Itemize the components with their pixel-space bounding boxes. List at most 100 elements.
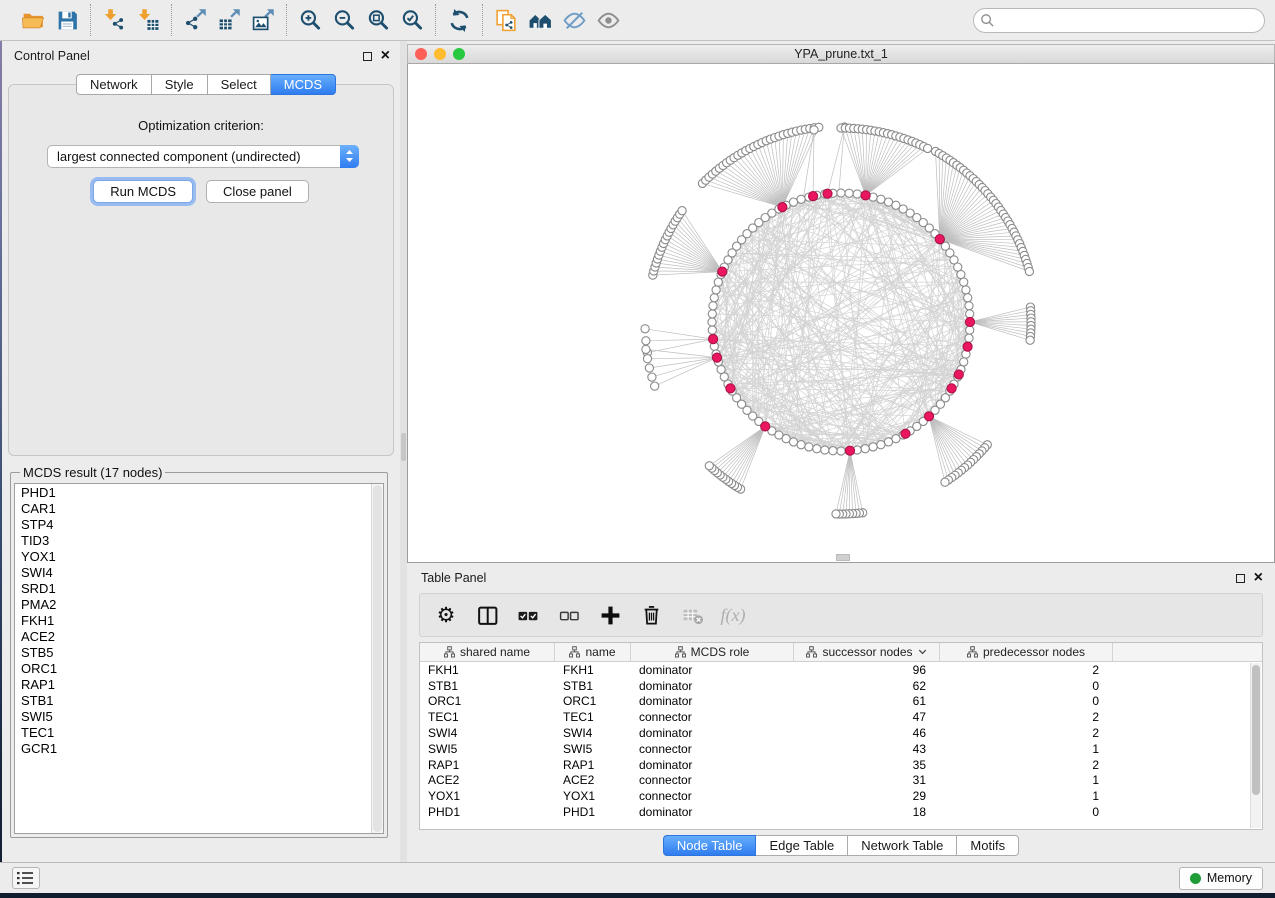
table-row[interactable]: ORC1ORC1dominator610 bbox=[420, 694, 1262, 710]
tab-network-table[interactable]: Network Table bbox=[848, 835, 957, 856]
close-panel-icon[interactable]: × bbox=[381, 51, 390, 61]
result-node-item[interactable]: YOX1 bbox=[15, 549, 371, 565]
table-row[interactable]: FKH1FKH1dominator962 bbox=[420, 662, 1262, 678]
table-scrollbar-thumb[interactable] bbox=[1252, 665, 1260, 795]
show-all-button[interactable] bbox=[591, 4, 625, 36]
panel-splitter[interactable] bbox=[400, 41, 407, 862]
table-toolbar: ⚙f(x) bbox=[419, 593, 1263, 637]
control-panel-titlebar: Control Panel × bbox=[2, 41, 400, 67]
open-file-button[interactable] bbox=[16, 4, 50, 36]
result-node-item[interactable]: PMA2 bbox=[15, 597, 371, 613]
criterion-select[interactable]: largest connected component (undirected) bbox=[47, 145, 359, 168]
table-row[interactable]: ACE2ACE2connector311 bbox=[420, 773, 1262, 789]
tab-style[interactable]: Style bbox=[152, 74, 208, 95]
tab-mcds[interactable]: MCDS bbox=[271, 74, 336, 95]
network-canvas[interactable] bbox=[407, 64, 1275, 563]
refresh-button[interactable] bbox=[442, 4, 476, 36]
show-columns-button[interactable] bbox=[471, 598, 503, 632]
open-file-icon bbox=[21, 8, 46, 33]
table-row[interactable]: PHD1PHD1dominator180 bbox=[420, 804, 1262, 820]
tab-select[interactable]: Select bbox=[208, 74, 271, 95]
tab-network[interactable]: Network bbox=[76, 74, 152, 95]
table-row[interactable]: SWI4SWI4dominator462 bbox=[420, 725, 1262, 741]
task-history-button[interactable] bbox=[12, 867, 40, 889]
memory-button[interactable]: Memory bbox=[1179, 867, 1263, 890]
table-scrollbar[interactable] bbox=[1250, 663, 1261, 828]
select-all-button[interactable] bbox=[512, 598, 544, 632]
float-table-panel-icon[interactable] bbox=[1236, 574, 1245, 583]
hide-selected-button[interactable] bbox=[557, 4, 591, 36]
float-panel-icon[interactable] bbox=[363, 52, 372, 61]
table-cell: TEC1 bbox=[420, 710, 555, 724]
result-node-item[interactable]: FKH1 bbox=[15, 613, 371, 629]
result-scrollbar[interactable] bbox=[371, 484, 383, 833]
tab-edge-table[interactable]: Edge Table bbox=[756, 835, 848, 856]
result-node-item[interactable]: TEC1 bbox=[15, 725, 371, 741]
table-cell: 2 bbox=[940, 663, 1113, 677]
tab-node-table[interactable]: Node Table bbox=[663, 835, 757, 856]
result-node-item[interactable]: SWI5 bbox=[15, 709, 371, 725]
zoom-in-icon bbox=[298, 8, 323, 33]
export-network-button[interactable] bbox=[178, 4, 212, 36]
result-node-item[interactable]: CAR1 bbox=[15, 501, 371, 517]
table-cell: RAP1 bbox=[420, 758, 555, 772]
table-panel-title: Table Panel bbox=[421, 571, 486, 585]
table-cell: dominator bbox=[631, 663, 794, 677]
result-node-item[interactable]: SRD1 bbox=[15, 581, 371, 597]
search-input[interactable] bbox=[973, 8, 1265, 33]
zoom-fit-button[interactable] bbox=[361, 4, 395, 36]
result-node-item[interactable]: RAP1 bbox=[15, 677, 371, 693]
column-header-predecessor-nodes[interactable]: predecessor nodes bbox=[940, 643, 1113, 661]
column-header-name[interactable]: name bbox=[555, 643, 631, 661]
deselect-all-button[interactable] bbox=[553, 598, 585, 632]
splitter-handle-icon[interactable] bbox=[401, 433, 406, 461]
first-neighbors-button[interactable] bbox=[523, 4, 557, 36]
table-cell: YOX1 bbox=[555, 789, 631, 803]
column-header-successor-nodes[interactable]: successor nodes bbox=[794, 643, 940, 661]
zoom-selected-button[interactable] bbox=[395, 4, 429, 36]
table-row[interactable]: STB1STB1dominator620 bbox=[420, 678, 1262, 694]
close-panel-button[interactable]: Close panel bbox=[206, 180, 309, 203]
save-session-button[interactable] bbox=[50, 4, 84, 36]
table-cell: YOX1 bbox=[420, 789, 555, 803]
network-window-title: YPA_prune.txt_1 bbox=[408, 47, 1274, 61]
toolbar-button-groups bbox=[10, 4, 631, 36]
table-row[interactable]: YOX1YOX1connector291 bbox=[420, 788, 1262, 804]
import-table-button[interactable] bbox=[131, 4, 165, 36]
result-node-item[interactable]: STB1 bbox=[15, 693, 371, 709]
result-node-item[interactable]: GCR1 bbox=[15, 741, 371, 757]
table-cell: dominator bbox=[631, 679, 794, 693]
close-table-panel-icon[interactable]: × bbox=[1254, 573, 1263, 583]
run-mcds-button[interactable]: Run MCDS bbox=[93, 180, 193, 203]
result-node-item[interactable]: STB5 bbox=[15, 645, 371, 661]
result-node-item[interactable]: PHD1 bbox=[15, 485, 371, 501]
result-node-item[interactable]: SWI4 bbox=[15, 565, 371, 581]
import-network-button[interactable] bbox=[97, 4, 131, 36]
result-node-item[interactable]: STP4 bbox=[15, 517, 371, 533]
tab-motifs[interactable]: Motifs bbox=[957, 835, 1019, 856]
add-column-button[interactable] bbox=[594, 598, 626, 632]
export-table-button[interactable] bbox=[212, 4, 246, 36]
table-row[interactable]: SWI5SWI5connector431 bbox=[420, 741, 1262, 757]
table-row[interactable]: TEC1TEC1connector472 bbox=[420, 709, 1262, 725]
control-panel: Control Panel × NetworkStyleSelectMCDS O… bbox=[2, 41, 400, 862]
duplicate-network-button[interactable] bbox=[489, 4, 523, 36]
zoom-in-button[interactable] bbox=[293, 4, 327, 36]
table-settings-button[interactable]: ⚙ bbox=[430, 598, 462, 632]
delete-columns-button[interactable] bbox=[635, 598, 667, 632]
network-hscroll-thumb[interactable] bbox=[836, 554, 850, 561]
duplicate-network-icon bbox=[494, 8, 519, 33]
network-graph[interactable] bbox=[408, 64, 1274, 562]
result-node-item[interactable]: ORC1 bbox=[15, 661, 371, 677]
table-row[interactable]: RAP1RAP1dominator352 bbox=[420, 757, 1262, 773]
result-node-item[interactable]: TID3 bbox=[15, 533, 371, 549]
select-all-icon bbox=[517, 604, 540, 627]
zoom-out-button[interactable] bbox=[327, 4, 361, 36]
mcds-result-box: MCDS result (17 nodes) PHD1CAR1STP4TID3Y… bbox=[10, 465, 388, 838]
column-header-MCDS-role[interactable]: MCDS role bbox=[631, 643, 794, 661]
export-image-button[interactable] bbox=[246, 4, 280, 36]
first-neighbors-icon bbox=[528, 8, 553, 33]
result-node-item[interactable]: ACE2 bbox=[15, 629, 371, 645]
table-cell: dominator bbox=[631, 758, 794, 772]
column-header-shared-name[interactable]: shared name bbox=[420, 643, 555, 661]
